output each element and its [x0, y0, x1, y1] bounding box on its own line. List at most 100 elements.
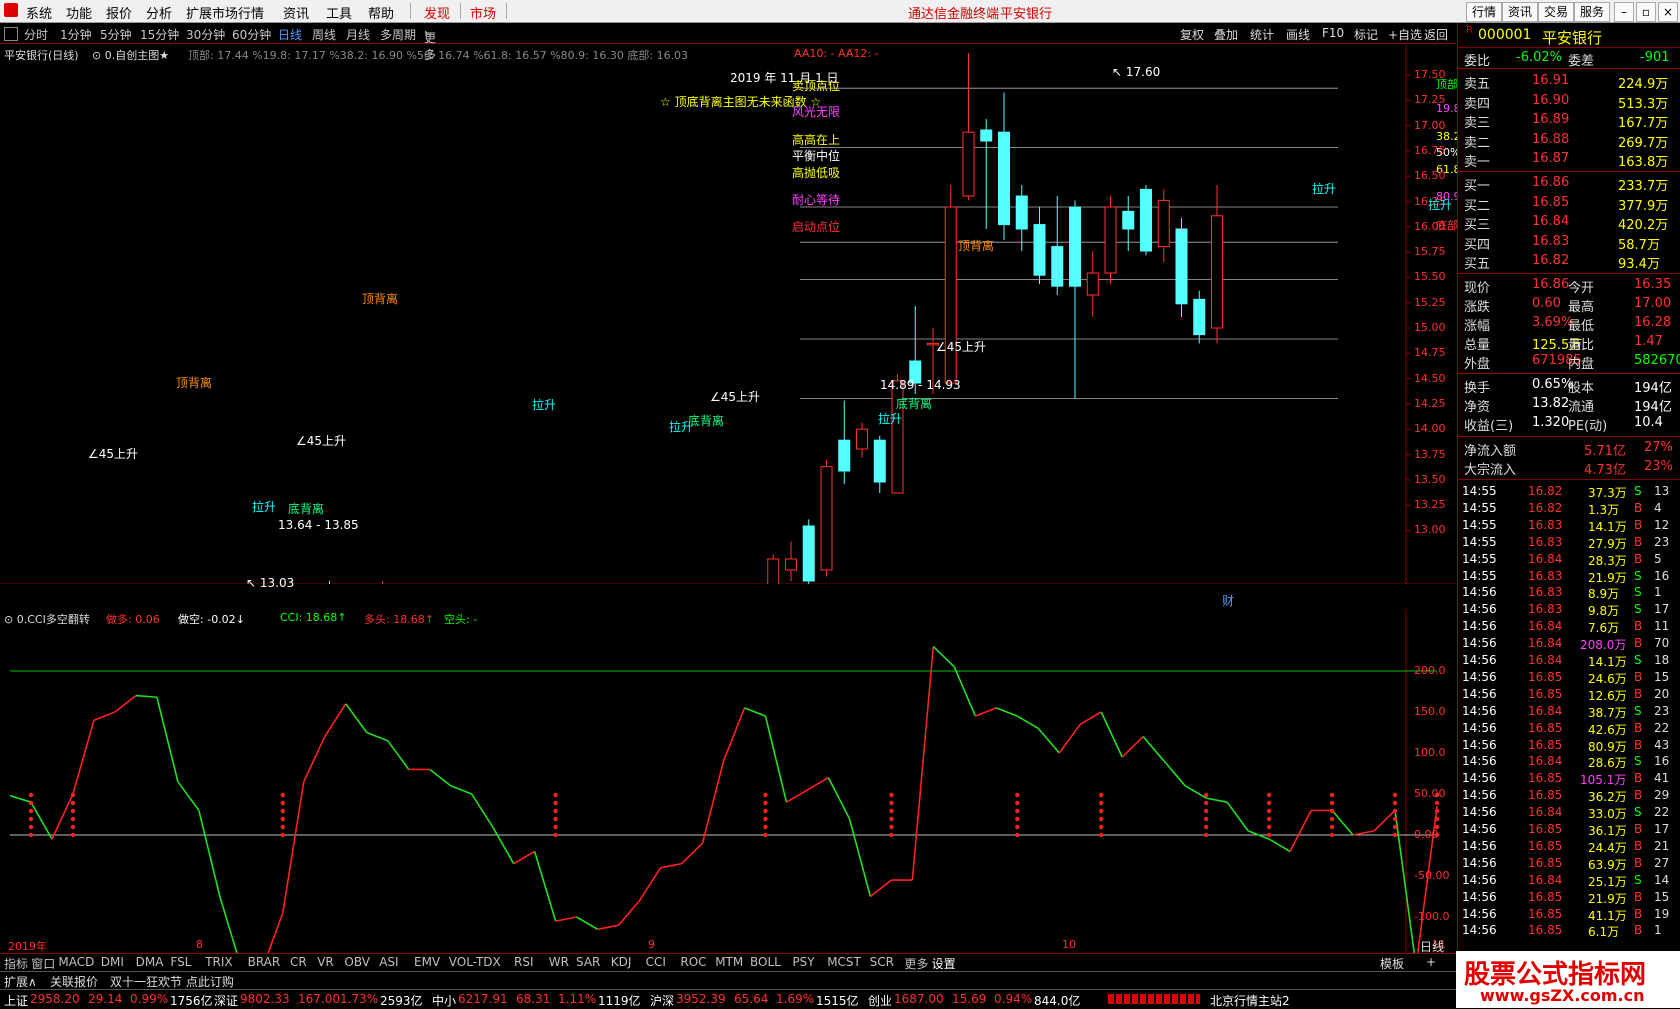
cci-tick-label: 50.00: [1414, 787, 1446, 800]
period-tab-more[interactable]: 更多 ›: [424, 26, 436, 62]
tool-add-favorite[interactable]: +自选: [1388, 26, 1422, 43]
indicator-tab-kdj[interactable]: KDJ: [611, 955, 632, 969]
tick-count: 16: [1654, 754, 1670, 769]
template-tab[interactable]: 模板: [1380, 955, 1404, 972]
indicator-tab-scr[interactable]: SCR: [870, 955, 894, 969]
cci-segment: [911, 646, 935, 881]
indicator-tab-boll[interactable]: BOLL: [750, 955, 781, 969]
tick-side: S: [1634, 703, 1642, 718]
toggle-panel-icon[interactable]: [4, 27, 18, 41]
period-tab-intraday[interactable]: 分时: [24, 26, 48, 43]
cci-signal-dot: [280, 792, 286, 798]
indicator-tab-rsi[interactable]: RSI: [514, 955, 534, 969]
chart-annotation: 顶背离: [958, 239, 995, 253]
indicator-tab-设置[interactable]: 设置: [932, 955, 956, 972]
period-tab-multi[interactable]: 多周期: [380, 26, 416, 43]
top-quote-button[interactable]: 行情: [1466, 2, 1502, 22]
indicator-tab-窗口[interactable]: 窗口: [31, 955, 55, 972]
server-status[interactable]: 北京行情主站2: [1210, 992, 1290, 1009]
indicator-tab-roc[interactable]: ROC: [680, 955, 706, 969]
promo-banner[interactable]: 双十一狂欢节 点此订购: [110, 973, 234, 990]
tool-draw[interactable]: 画线: [1286, 26, 1310, 43]
cci-segment: [617, 900, 641, 926]
indicator-tab-dmi[interactable]: DMI: [101, 955, 124, 969]
cci-signal-dot: [553, 808, 558, 814]
tick-volume: 8.9万: [1588, 587, 1620, 602]
indicator-tab-cr[interactable]: CR: [290, 955, 307, 969]
cci-segment: [1184, 785, 1207, 799]
period-tab-5min[interactable]: 5分钟: [100, 26, 132, 43]
menu-function[interactable]: 功能: [66, 3, 92, 22]
price-tick-label: 17.50: [1414, 68, 1446, 81]
menu-discover[interactable]: 发现: [424, 3, 450, 22]
tool-f10[interactable]: F10: [1322, 26, 1344, 40]
period-tab-30min[interactable]: 30分钟: [186, 26, 225, 43]
tool-restore-rights[interactable]: 复权: [1180, 26, 1204, 43]
finance-marker[interactable]: 财: [1222, 592, 1234, 609]
menu-analysis[interactable]: 分析: [146, 3, 172, 22]
maximize-icon[interactable]: ▫: [1636, 2, 1656, 22]
period-tab-weekly[interactable]: 周线: [312, 26, 336, 43]
period-tab-60min[interactable]: 60分钟: [232, 26, 271, 43]
tool-back[interactable]: 返回: [1424, 26, 1448, 43]
ext-toggle[interactable]: 扩展∧: [4, 973, 37, 990]
period-tab-daily[interactable]: 日线: [278, 26, 302, 43]
indicator-tab-vol-tdx[interactable]: VOL-TDX: [449, 955, 501, 969]
period-tab-1min[interactable]: 1分钟: [60, 26, 92, 43]
indicator-tab-obv[interactable]: OBV: [344, 955, 370, 969]
cci-signal-dot: [28, 832, 34, 838]
menu-extended-market[interactable]: 扩展市场行情: [186, 3, 264, 22]
indicator-tab-mcst[interactable]: MCST: [827, 955, 861, 969]
tick-time: 14:56: [1462, 636, 1497, 651]
period-tab-monthly[interactable]: 月线: [346, 26, 370, 43]
menu-tools[interactable]: 工具: [326, 3, 352, 22]
ask-price: 16.87: [1532, 151, 1570, 166]
indicator-tab-sar[interactable]: SAR: [576, 955, 600, 969]
weicha-value: -901: [1640, 50, 1670, 65]
menu-quote[interactable]: 报价: [106, 3, 132, 22]
tick-count: 22: [1654, 720, 1670, 735]
add-window-icon[interactable]: +: [1426, 955, 1436, 969]
cci-segment: [303, 736, 326, 783]
tick-time: 14:56: [1462, 686, 1497, 701]
bid-volume: 233.7万: [1618, 179, 1669, 194]
watermark-logo: 股票公式指标网 www.gsZX.com.cn: [1456, 951, 1680, 1008]
cci-signal-dot: [28, 808, 34, 814]
related-quote-tab[interactable]: 关联报价: [50, 973, 98, 990]
indicator-tab-asi[interactable]: ASI: [379, 955, 398, 969]
indicator-tab-指标[interactable]: 指标: [4, 955, 28, 972]
indicator-tab-wr[interactable]: WR: [549, 955, 569, 969]
menu-news[interactable]: 资讯: [283, 3, 309, 22]
stat-label: 外盘: [1464, 357, 1491, 372]
cci-signal-dot: [1099, 824, 1104, 830]
indicator-tab-psy[interactable]: PSY: [792, 955, 814, 969]
indicator-tab-brar[interactable]: BRAR: [248, 955, 281, 969]
menu-help[interactable]: 帮助: [368, 3, 394, 22]
indicator-tab-更多[interactable]: 更多: [904, 955, 928, 972]
period-tab-15min[interactable]: 15分钟: [140, 26, 179, 43]
indicator-tab-emv[interactable]: EMV: [414, 955, 440, 969]
x-axis-period-label[interactable]: 日线: [1420, 938, 1444, 955]
tool-statistics[interactable]: 统计: [1250, 26, 1274, 43]
indicator-tab-dma[interactable]: DMA: [136, 955, 164, 969]
top-news-button[interactable]: 资讯: [1502, 2, 1538, 22]
indicator-tab-fsl[interactable]: FSL: [170, 955, 191, 969]
indicator-tab-mtm[interactable]: MTM: [715, 955, 743, 969]
close-icon[interactable]: ×: [1658, 2, 1678, 22]
tick-side: B: [1634, 923, 1643, 938]
indicator-tab-macd[interactable]: MACD: [58, 955, 94, 969]
price-tick-label: 13.50: [1414, 472, 1446, 486]
index-value: 1687.00: [894, 992, 944, 1006]
tool-overlay[interactable]: 叠加: [1214, 26, 1238, 43]
top-service-button[interactable]: 服务: [1574, 2, 1610, 22]
bid-price: 16.85: [1532, 194, 1570, 210]
minimize-icon[interactable]: –: [1614, 2, 1634, 22]
indicator-tab-trix[interactable]: TRIX: [205, 955, 232, 969]
menu-market[interactable]: 市场: [470, 3, 496, 22]
tool-mark[interactable]: 标记: [1354, 26, 1378, 43]
indicator-tab-cci[interactable]: CCI: [646, 955, 666, 969]
top-trade-button[interactable]: 交易: [1538, 2, 1574, 22]
flow-value: 5.71亿: [1584, 444, 1626, 459]
indicator-tab-vr[interactable]: VR: [317, 955, 334, 969]
menu-system[interactable]: 系统: [26, 3, 52, 22]
